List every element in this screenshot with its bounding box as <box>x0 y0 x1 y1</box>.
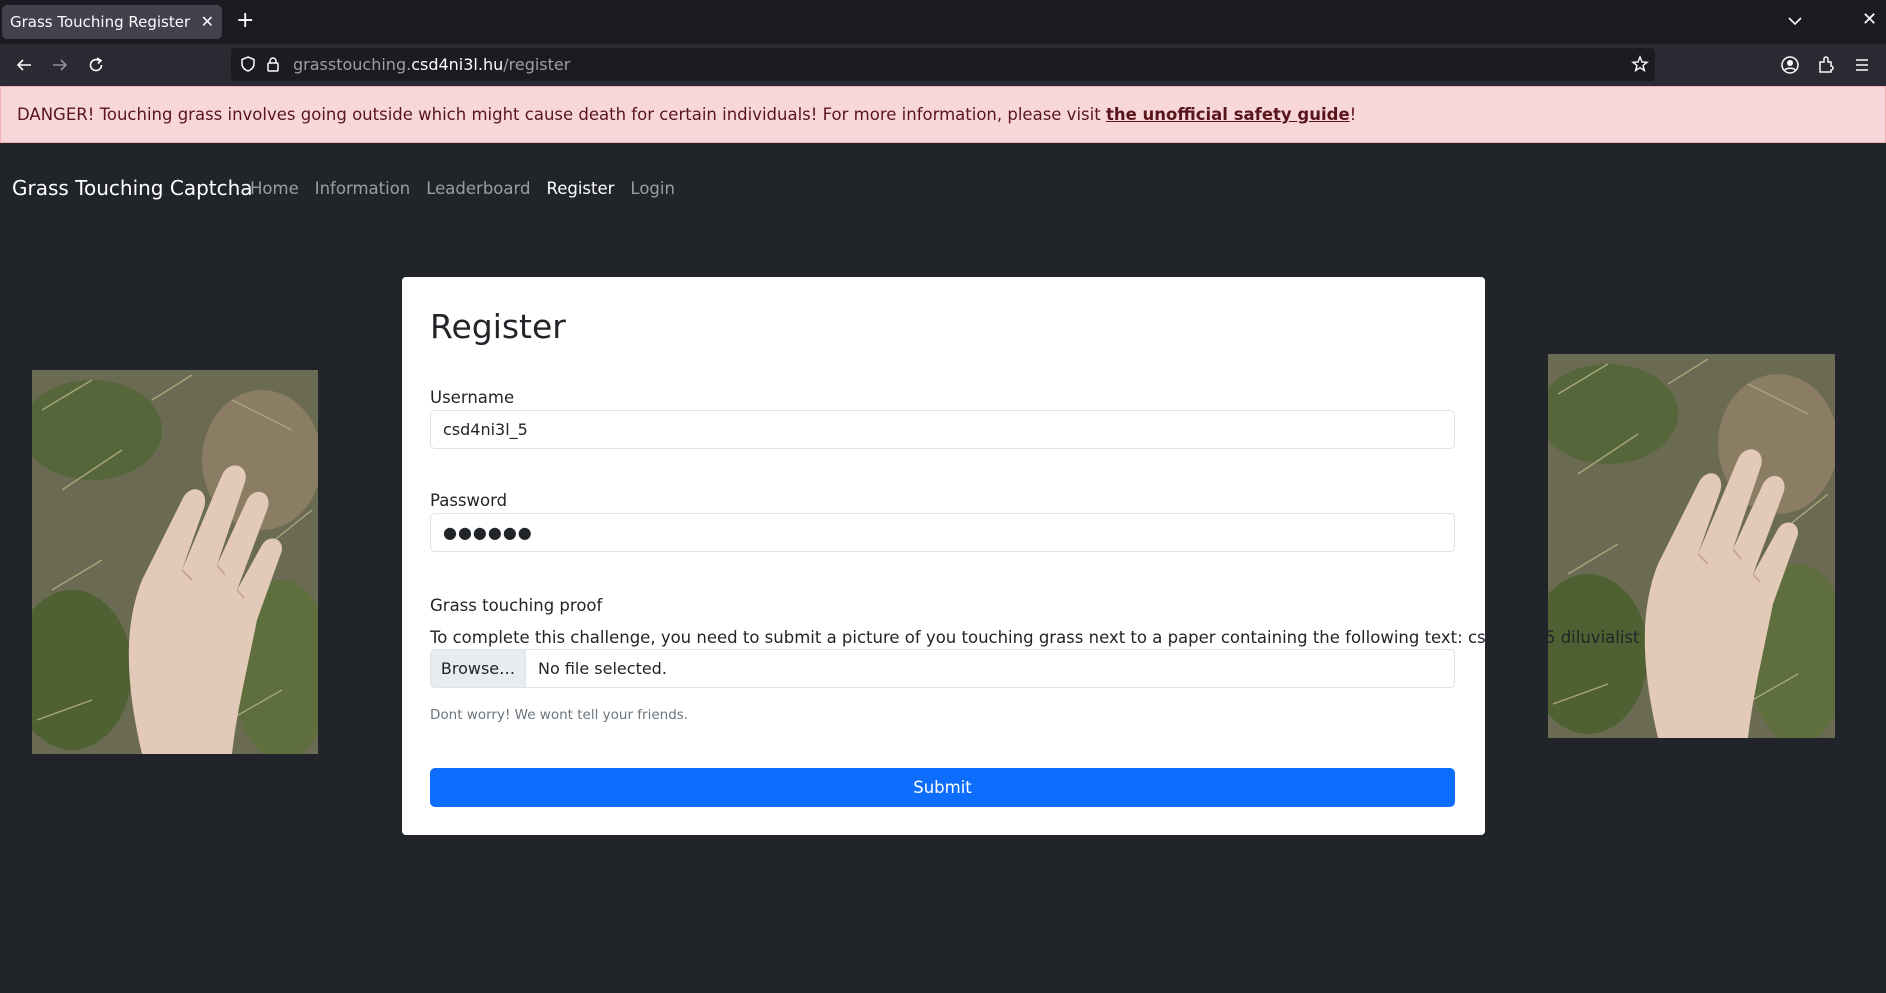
nav-link-home[interactable]: Home <box>250 179 299 198</box>
bookmark-star-icon[interactable] <box>1631 55 1649 77</box>
nav-link-login[interactable]: Login <box>630 179 675 198</box>
browser-tab-strip: Grass Touching Register ✕ + ✕ <box>0 0 1886 44</box>
alert-suffix: ! <box>1349 105 1357 124</box>
brand-link[interactable]: Grass Touching Captcha <box>12 176 253 200</box>
username-field[interactable]: csd4ni3l_5 <box>430 410 1455 449</box>
window-close-icon[interactable]: ✕ <box>1862 9 1877 30</box>
tab-close-icon[interactable]: ✕ <box>201 12 214 31</box>
help-text: Dont worry! We wont tell your friends. <box>430 707 689 723</box>
lock-icon[interactable] <box>265 56 281 76</box>
menu-icon[interactable] <box>1850 53 1874 77</box>
password-field[interactable]: ●●●●●● <box>430 513 1455 552</box>
back-icon[interactable] <box>12 53 36 77</box>
forward-icon[interactable] <box>48 53 72 77</box>
proof-label: Grass touching proof <box>430 596 603 615</box>
tab-title: Grass Touching Register <box>10 13 191 31</box>
url-prefix: grasstouching. <box>293 55 412 74</box>
site-navbar: Grass Touching Captcha Home Information … <box>0 170 1886 210</box>
nav-link-information[interactable]: Information <box>315 179 411 198</box>
page-title: Register <box>430 307 566 346</box>
browse-button[interactable]: Browse… <box>431 650 526 687</box>
url-path: /register <box>503 55 571 74</box>
chevron-down-icon[interactable] <box>1786 12 1804 30</box>
danger-alert: DANGER! Touching grass involves going ou… <box>0 86 1886 143</box>
shield-icon[interactable] <box>239 55 257 77</box>
proof-file-input[interactable]: Browse… No file selected. <box>430 649 1455 688</box>
register-card: Register Username csd4ni3l_5 Password ●●… <box>402 277 1640 835</box>
password-mask: ●●●●●● <box>443 523 533 542</box>
nav-links: Home Information Leaderboard Register Lo… <box>250 179 691 198</box>
grass-hand-photo-right <box>1548 354 1835 738</box>
username-value: csd4ni3l_5 <box>443 420 528 439</box>
nav-link-leaderboard[interactable]: Leaderboard <box>426 179 530 198</box>
submit-button[interactable]: Submit <box>430 768 1455 807</box>
username-label: Username <box>430 388 515 407</box>
account-icon[interactable] <box>1778 53 1802 77</box>
proof-description: To complete this challenge, you need to … <box>430 628 1640 647</box>
grass-hand-photo-left <box>32 370 318 754</box>
browser-tab[interactable]: Grass Touching Register ✕ <box>2 5 222 39</box>
url-host: csd4ni3l.hu <box>411 55 504 74</box>
browser-toolbar: grasstouching.csd4ni3l.hu/register <box>0 44 1886 86</box>
file-status: No file selected. <box>538 659 667 678</box>
alert-text: DANGER! Touching grass involves going ou… <box>17 105 1106 124</box>
url-text[interactable]: grasstouching.csd4ni3l.hu/register <box>293 55 570 74</box>
safety-guide-link[interactable]: the unofficial safety guide <box>1106 105 1350 124</box>
nav-link-register[interactable]: Register <box>546 179 614 198</box>
url-bar[interactable]: grasstouching.csd4ni3l.hu/register <box>231 48 1655 81</box>
extensions-icon[interactable] <box>1814 53 1838 77</box>
reload-icon[interactable] <box>84 53 108 77</box>
password-label: Password <box>430 491 508 510</box>
new-tab-icon[interactable]: + <box>236 9 254 33</box>
